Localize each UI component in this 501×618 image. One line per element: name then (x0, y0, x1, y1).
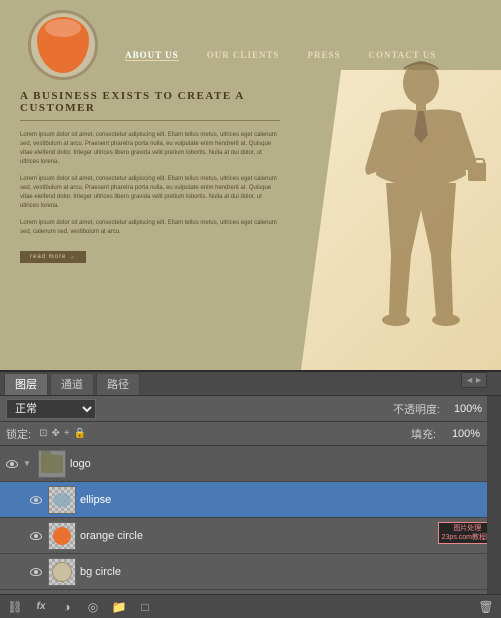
nav-clients[interactable]: OUR CLIENTS (207, 50, 280, 60)
tab-channels[interactable]: 通道 (50, 373, 94, 395)
man-svg (356, 55, 486, 345)
eye-ellipse[interactable] (28, 492, 44, 508)
mask-icon[interactable]: ◑ (58, 598, 76, 616)
lock-icon-dotted[interactable]: ⊡ (39, 428, 47, 439)
expand-logo[interactable]: ▼ (20, 457, 34, 471)
nav-about[interactable]: ABOUT US (125, 50, 179, 61)
eye-bg-circle[interactable] (28, 564, 44, 580)
nav-contact[interactable]: CONTACT US (368, 50, 436, 60)
eye-logo[interactable] (4, 456, 20, 472)
tab-layers[interactable]: 图层 (4, 373, 48, 395)
link-layers-icon[interactable]: ⛓ (6, 598, 24, 616)
lock-icon-plus[interactable]: + (64, 428, 70, 439)
panel-collapse-arrows[interactable]: ◄► (461, 372, 487, 388)
fx-icon[interactable]: fx (32, 598, 50, 616)
fill-label: 填充: (411, 426, 436, 442)
layers-bottom-toolbar: ⛓ fx ◑ ◎ 📁 □ 🗑 (0, 594, 501, 618)
opacity-value: 100% (446, 403, 482, 415)
content-paragraph3: Lorem ipsum dolor sit amet, consectetur … (20, 219, 280, 237)
delete-layer-icon[interactable]: 🗑 (477, 598, 495, 616)
layer-ellipse[interactable]: ellipse (0, 482, 501, 518)
content-paragraph2: Lorem ipsum dolor sit amet, consectetur … (20, 175, 280, 211)
opacity-label: 不透明度: (393, 401, 440, 417)
logo-outer-circle (28, 10, 98, 80)
lock-icons: ⊡ ✥ + 🔒 (39, 428, 86, 439)
lock-icon-lock[interactable]: 🔒 (74, 428, 86, 439)
layer-name-logo: logo (70, 458, 497, 470)
blend-opacity-row: 正常 不透明度: 100% ▶ (0, 396, 501, 422)
group-icon[interactable]: 📁 (110, 598, 128, 616)
eye-orange-circle[interactable] (28, 528, 44, 544)
eye-icon-bg (30, 568, 42, 576)
website-preview: HOME ABOUT US OUR CLIENTS PRESS CONTACT … (0, 0, 501, 370)
adjustment-icon[interactable]: ◎ (84, 598, 102, 616)
tab-paths[interactable]: 路径 (96, 373, 140, 395)
lock-icon-move[interactable]: ✥ (51, 428, 59, 439)
eye-icon-orange (30, 532, 42, 540)
eye-icon-logo (6, 460, 18, 468)
content-area: A BUSINESS EXISTS TO CREATE A CUSTOMER L… (20, 90, 280, 263)
layers-list: ▼ logo ellipse orange circle (0, 446, 501, 594)
read-more-button[interactable]: read more → (20, 251, 86, 263)
nav-press[interactable]: PRESS (307, 50, 340, 60)
folder-icon-logo (41, 455, 63, 473)
logo-inner-circle (37, 17, 89, 73)
blend-mode-select[interactable]: 正常 (6, 399, 96, 419)
layer-orange-circle[interactable]: orange circle 图片处理23ps.com教程网 (0, 518, 501, 554)
thumb-ellipse (48, 486, 76, 514)
layer-name-ellipse: ellipse (80, 494, 497, 506)
layer-name-orange-circle: orange circle (80, 530, 497, 542)
eye-icon-ellipse (30, 496, 42, 504)
new-layer-icon[interactable]: □ (136, 598, 154, 616)
panel-tabs: 图层 通道 路径 (0, 372, 501, 396)
layers-scrollbar[interactable] (487, 396, 501, 594)
fill-value: 100% (444, 428, 480, 440)
photoshop-layers-panel: ◄► 图层 通道 路径 正常 不透明度: 100% ▶ 锁定: ⊡ ✥ + 🔒 … (0, 370, 501, 618)
lock-label: 锁定: (6, 426, 31, 442)
layer-bg-circle[interactable]: bg circle (0, 554, 501, 590)
thumb-orange-circle (48, 522, 76, 550)
lock-fill-row: 锁定: ⊡ ✥ + 🔒 填充: 100% ▶ (0, 422, 501, 446)
logo-area (28, 10, 98, 80)
thumb-logo (38, 450, 66, 478)
layer-name-bg-circle: bg circle (80, 566, 497, 578)
layer-logo-group[interactable]: ▼ logo (0, 446, 501, 482)
content-paragraph1: Lorem ipsum dolor sit amet, consectetur … (20, 131, 280, 167)
content-title: A BUSINESS EXISTS TO CREATE A CUSTOMER (20, 90, 280, 121)
man-illustration (356, 55, 486, 345)
thumb-bg-circle (48, 558, 76, 586)
